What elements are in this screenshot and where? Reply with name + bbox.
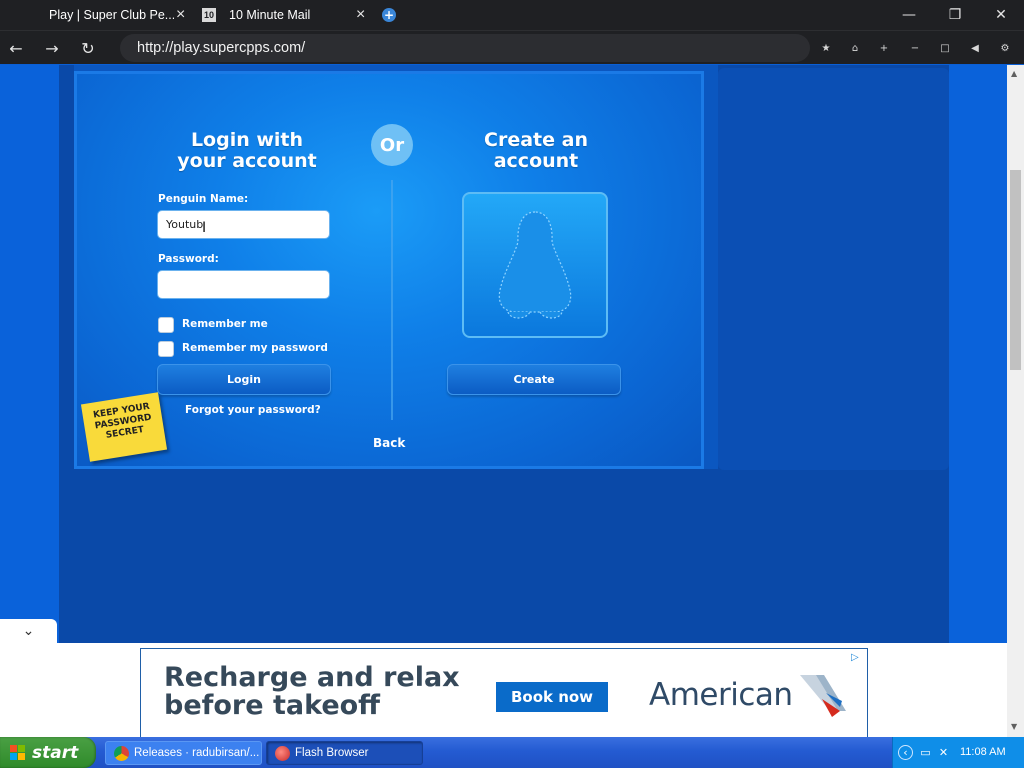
create-heading-line1: Create an	[484, 129, 588, 151]
ad-headline: Recharge and relax before takeoff	[164, 664, 460, 720]
close-tab-icon[interactable]: ×	[176, 6, 185, 24]
windows-flag-icon	[10, 745, 25, 760]
ten-minute-mail-favicon: 10	[202, 8, 216, 22]
keep-password-secret-note: KEEP YOUR PASSWORD SECRET	[80, 392, 168, 462]
or-badge: Or	[371, 124, 413, 166]
start-button[interactable]: start	[0, 737, 96, 768]
remember-me-checkbox[interactable]	[158, 317, 174, 333]
tab-10-minute-mail[interactable]: 10 10 Minute Mail ×	[198, 0, 376, 30]
american-airlines-ad[interactable]: Recharge and relax before takeoff Book n…	[140, 648, 868, 738]
reload-icon[interactable]: ↻	[75, 35, 101, 61]
tab-super-club[interactable]: Play | Super Club Pe... ×	[0, 0, 196, 30]
browser-nav-bar: ← → ↻ http://play.supercpps.com/ ★ ⌂ + −…	[0, 30, 1024, 64]
ad-line-2: before takeoff	[164, 690, 381, 721]
system-tray: ‹ ▭ ✕ 11:08 AM	[892, 737, 1024, 768]
penguin-silhouette-icon	[498, 211, 572, 319]
taskbar-item-label: Flash Browser	[295, 747, 369, 759]
ad-bar: Recharge and relax before takeoff Book n…	[0, 643, 1007, 738]
mute-icon[interactable]: ◀	[967, 40, 983, 56]
page-scrollbar[interactable]: ▲ ▼	[1007, 65, 1024, 737]
new-tab-icon[interactable]: +	[382, 8, 396, 22]
remember-me-label: Remember me	[182, 318, 268, 330]
penguin-name-value: Youtub	[166, 218, 204, 231]
ad-line-1: Recharge and relax	[164, 662, 460, 693]
penguin-name-label: Penguin Name:	[158, 193, 249, 205]
minimize-icon[interactable]: —	[886, 0, 932, 30]
ad-brand-name: American	[649, 677, 793, 713]
fullscreen-icon[interactable]: □	[937, 40, 953, 56]
login-panel: Login with your account Or Create an acc…	[74, 71, 704, 469]
scroll-down-arrow-icon[interactable]: ▼	[1011, 722, 1017, 731]
close-tab-icon[interactable]: ×	[356, 6, 365, 24]
remember-password-checkbox[interactable]	[158, 341, 174, 357]
tab-title: Play | Super Club Pe...	[49, 8, 174, 22]
forgot-password-link[interactable]: Forgot your password?	[185, 404, 321, 416]
windows-taskbar: start Releases · radubirsan/... Flash Br…	[0, 737, 1024, 768]
back-link[interactable]: Back	[373, 436, 405, 450]
password-input[interactable]	[157, 270, 330, 299]
create-heading: Create an account	[449, 130, 623, 172]
panel-divider	[391, 180, 393, 420]
close-window-icon[interactable]: ✕	[978, 0, 1024, 30]
login-heading-line2: your account	[177, 150, 317, 172]
create-button[interactable]: Create	[447, 364, 621, 395]
back-arrow-icon[interactable]: ←	[3, 35, 29, 61]
clock: 11:08 AM	[960, 746, 1006, 758]
remember-password-label: Remember my password	[182, 342, 328, 354]
text-cursor-icon: I	[202, 220, 207, 236]
taskbar-item-releases[interactable]: Releases · radubirsan/...	[105, 741, 262, 765]
password-label: Password:	[158, 253, 219, 265]
create-heading-line2: account	[493, 150, 579, 172]
login-button[interactable]: Login	[157, 364, 331, 395]
scroll-up-arrow-icon[interactable]: ▲	[1011, 69, 1017, 78]
show-hidden-icons-icon[interactable]: ‹	[898, 745, 913, 760]
flash-browser-icon	[275, 746, 290, 761]
collapse-ad-chevron-icon[interactable]: ⌄	[0, 619, 57, 643]
taskbar-item-flash-browser[interactable]: Flash Browser	[266, 741, 423, 765]
home-icon[interactable]: ⌂	[847, 40, 863, 56]
address-bar[interactable]: http://play.supercpps.com/	[120, 34, 810, 62]
bookmark-star-icon[interactable]: ★	[818, 40, 834, 56]
ad-choices-icon[interactable]: ▷	[851, 652, 865, 665]
browser-tab-bar: Play | Super Club Pe... × 10 10 Minute M…	[0, 0, 1024, 30]
american-airlines-logo-icon	[800, 675, 846, 717]
network-icon[interactable]: ▭	[918, 745, 933, 760]
forward-arrow-icon[interactable]: →	[39, 35, 65, 61]
chrome-icon	[114, 746, 129, 761]
settings-gear-icon[interactable]: ⚙	[997, 40, 1013, 56]
right-side-panel	[718, 68, 949, 470]
start-label: start	[32, 742, 79, 763]
tab-title: 10 Minute Mail	[229, 8, 311, 22]
page-viewport: Login with your account Or Create an acc…	[0, 65, 1007, 643]
volume-muted-icon[interactable]: ✕	[936, 745, 951, 760]
login-heading-line1: Login with	[190, 129, 304, 151]
book-now-button[interactable]: Book now	[496, 682, 608, 712]
zoom-out-icon[interactable]: −	[907, 40, 923, 56]
scrollbar-thumb[interactable]	[1010, 170, 1021, 370]
zoom-in-icon[interactable]: +	[876, 40, 892, 56]
login-heading: Login with your account	[157, 130, 337, 172]
restore-icon[interactable]: ❐	[932, 0, 978, 30]
penguin-name-input[interactable]: Youtub I	[157, 210, 330, 239]
taskbar-item-label: Releases · radubirsan/...	[134, 747, 260, 759]
penguin-avatar-placeholder	[462, 192, 608, 338]
